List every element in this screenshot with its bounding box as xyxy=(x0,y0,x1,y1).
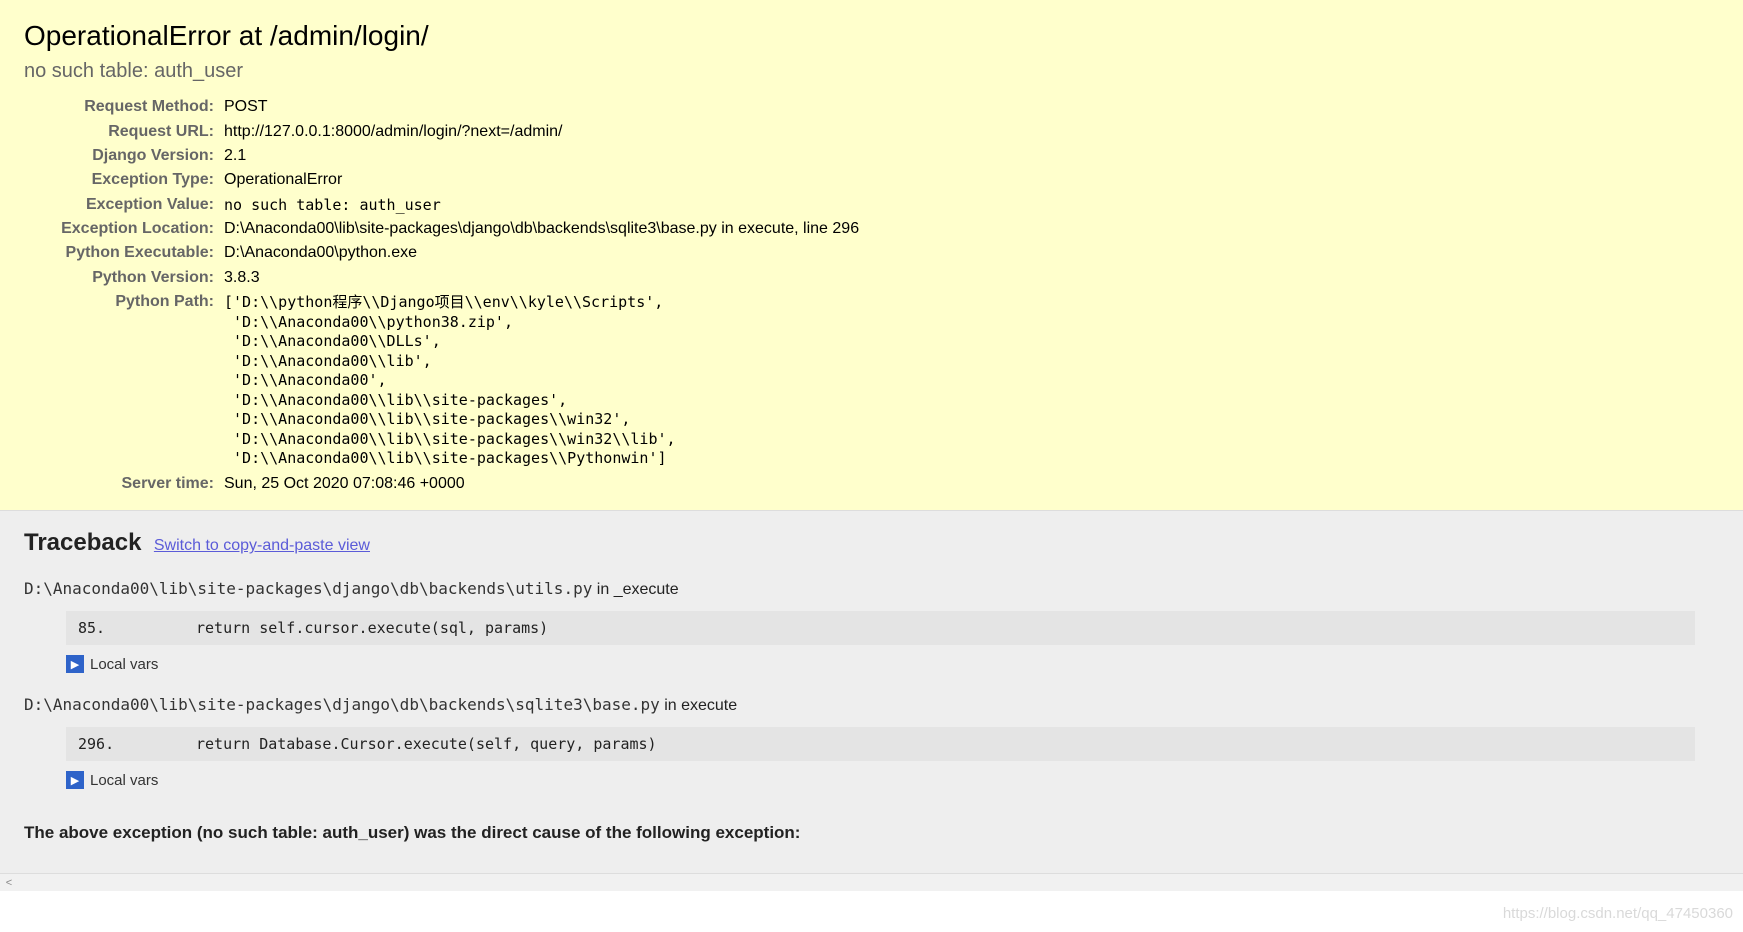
label-exception-value: Exception Value: xyxy=(24,196,224,214)
frame-function: _execute xyxy=(614,581,679,598)
code-text: return Database.Cursor.execute(self, que… xyxy=(196,735,1695,753)
row-django-version: Django Version: 2.1 xyxy=(24,144,1743,168)
local-vars-label: Local vars xyxy=(90,656,158,673)
code-lineno: 85. xyxy=(66,619,196,637)
value-python-path: ['D:\\python程序\\Django项目\\env\\kyle\\Scr… xyxy=(224,293,676,469)
row-exception-value: Exception Value: no such table: auth_use… xyxy=(24,193,1743,217)
scroll-left-arrow-icon[interactable]: < xyxy=(0,874,18,892)
value-python-version: 3.8.3 xyxy=(224,269,260,287)
value-server-time: Sun, 25 Oct 2020 07:08:46 +0000 xyxy=(224,475,465,493)
row-python-executable: Python Executable: D:\Anaconda00\python.… xyxy=(24,241,1743,265)
label-request-url: Request URL: xyxy=(24,123,224,141)
row-python-path: Python Path: ['D:\\python程序\\Django项目\\e… xyxy=(24,290,1743,472)
play-icon: ▶ xyxy=(66,655,84,673)
watermark: https://blog.csdn.net/qq_47450360 xyxy=(1503,905,1733,922)
value-exception-type: OperationalError xyxy=(224,171,342,189)
value-request-method: POST xyxy=(224,98,268,116)
row-python-version: Python Version: 3.8.3 xyxy=(24,266,1743,290)
error-summary: OperationalError at /admin/login/ no suc… xyxy=(0,0,1743,511)
label-django-version: Django Version: xyxy=(24,147,224,165)
error-title: OperationalError at /admin/login/ xyxy=(0,20,1743,52)
row-server-time: Server time: Sun, 25 Oct 2020 07:08:46 +… xyxy=(24,472,1743,496)
row-exception-type: Exception Type: OperationalError xyxy=(24,168,1743,192)
traceback-section: Traceback Switch to copy-and-paste view … xyxy=(0,511,1743,873)
frame-code-context[interactable]: 296. return Database.Cursor.execute(self… xyxy=(66,727,1695,761)
label-server-time: Server time: xyxy=(24,475,224,493)
exception-cause-message: The above exception (no such table: auth… xyxy=(24,823,1719,843)
label-exception-location: Exception Location: xyxy=(24,220,224,238)
traceback-frame: D:\Anaconda00\lib\site-packages\django\d… xyxy=(24,695,1719,789)
code-lineno: 296. xyxy=(66,735,196,753)
value-python-executable: D:\Anaconda00\python.exe xyxy=(224,244,417,262)
traceback-frame: D:\Anaconda00\lib\site-packages\django\d… xyxy=(24,579,1719,673)
switch-view-link[interactable]: Switch to copy-and-paste view xyxy=(154,537,370,554)
frame-file: D:\Anaconda00\lib\site-packages\django\d… xyxy=(24,695,660,714)
label-exception-type: Exception Type: xyxy=(24,171,224,189)
traceback-heading: Traceback xyxy=(24,529,141,557)
frame-in-word: in xyxy=(660,697,681,714)
frame-location: D:\Anaconda00\lib\site-packages\django\d… xyxy=(24,695,1719,715)
row-exception-location: Exception Location: D:\Anaconda00\lib\si… xyxy=(24,217,1743,241)
frame-location: D:\Anaconda00\lib\site-packages\django\d… xyxy=(24,579,1719,599)
value-exception-value: no such table: auth_user xyxy=(224,196,441,214)
value-request-url: http://127.0.0.1:8000/admin/login/?next=… xyxy=(224,123,562,141)
row-request-method: Request Method: POST xyxy=(24,95,1743,119)
local-vars-toggle[interactable]: ▶ Local vars xyxy=(66,655,1719,673)
frame-in-word: in xyxy=(592,581,613,598)
frame-function: execute xyxy=(681,697,737,714)
frame-code-context[interactable]: 85. return self.cursor.execute(sql, para… xyxy=(66,611,1695,645)
label-python-path: Python Path: xyxy=(24,293,224,469)
local-vars-toggle[interactable]: ▶ Local vars xyxy=(66,771,1719,789)
error-subtitle: no such table: auth_user xyxy=(0,60,1743,83)
label-python-executable: Python Executable: xyxy=(24,244,224,262)
code-text: return self.cursor.execute(sql, params) xyxy=(196,619,1695,637)
summary-table: Request Method: POST Request URL: http:/… xyxy=(0,95,1743,496)
value-django-version: 2.1 xyxy=(224,147,246,165)
horizontal-scrollbar[interactable]: < xyxy=(0,873,1743,891)
frame-file: D:\Anaconda00\lib\site-packages\django\d… xyxy=(24,579,592,598)
play-icon: ▶ xyxy=(66,771,84,789)
local-vars-label: Local vars xyxy=(90,772,158,789)
row-request-url: Request URL: http://127.0.0.1:8000/admin… xyxy=(24,119,1743,143)
label-python-version: Python Version: xyxy=(24,269,224,287)
value-exception-location: D:\Anaconda00\lib\site-packages\django\d… xyxy=(224,220,859,238)
label-request-method: Request Method: xyxy=(24,98,224,116)
